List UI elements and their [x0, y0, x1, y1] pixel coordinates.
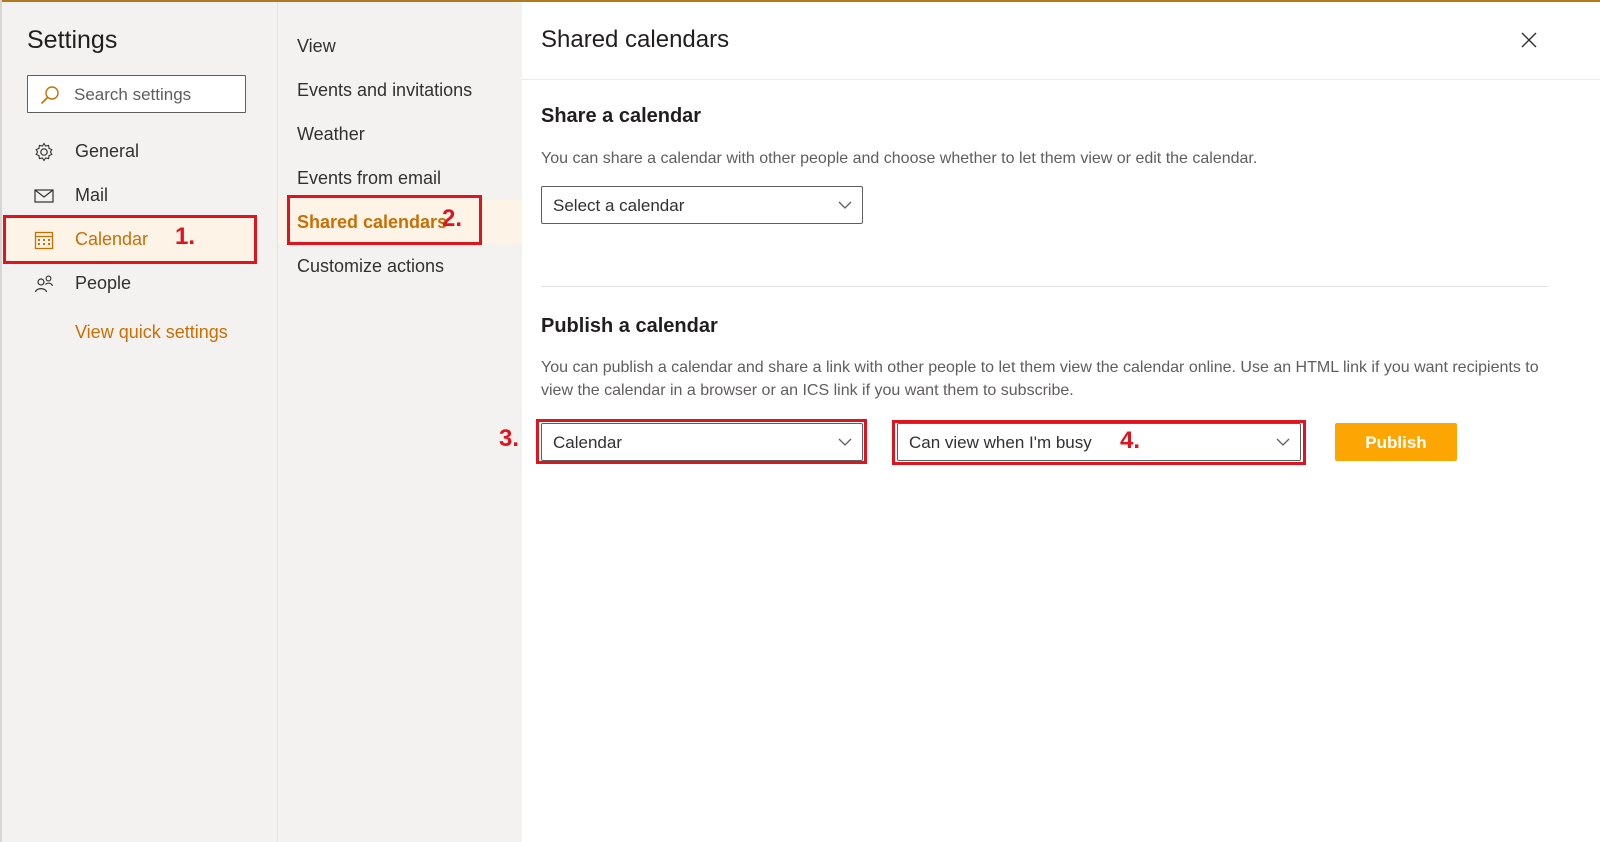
people-icon	[34, 275, 54, 293]
page-title: Shared calendars	[541, 26, 730, 53]
header-divider	[522, 79, 1600, 80]
select-calendar-dropdown[interactable]: Select a calendar	[541, 186, 863, 224]
calendar-icon	[34, 231, 54, 250]
mail-icon	[34, 189, 54, 203]
settings-title: Settings	[27, 26, 118, 54]
nav-label-mail: Mail	[75, 185, 109, 205]
search-input[interactable]: Search settings	[27, 75, 246, 113]
nav-item-calendar[interactable]: Calendar	[4, 217, 256, 261]
subnav-label: Weather	[297, 124, 365, 144]
subnav-label: Shared calendars	[297, 212, 448, 232]
nav-label-calendar: Calendar	[75, 229, 149, 249]
search-icon	[40, 86, 59, 105]
settings-nav: Settings Search settings General Mail Ca…	[2, 2, 277, 842]
step-number-3: 3.	[499, 425, 520, 452]
subnav-item-view[interactable]: View	[278, 24, 523, 68]
share-description: You can share a calendar with other peop…	[541, 150, 1258, 167]
step-number-1: 1.	[175, 223, 196, 250]
dropdown-value: Select a calendar	[553, 196, 685, 215]
publish-heading: Publish a calendar	[541, 315, 718, 337]
nav-item-people[interactable]: People	[4, 261, 256, 305]
nav-item-general[interactable]: General	[4, 129, 256, 173]
step-number-2: 2.	[442, 205, 463, 232]
subnav-item-shared-calendars[interactable]: Shared calendars	[278, 200, 523, 244]
subnav-item-weather[interactable]: Weather	[278, 112, 523, 156]
subnav-item-events-from-email[interactable]: Events from email	[278, 156, 523, 200]
chevron-down-icon	[838, 201, 852, 209]
gear-icon	[35, 142, 53, 162]
publish-calendar-dropdown[interactable]: Calendar	[541, 423, 863, 461]
subnav-label: Events from email	[297, 168, 442, 188]
publish-description: You can publish a calendar and share a l…	[541, 359, 1539, 399]
permission-dropdown[interactable]: Can view when I'm busy	[897, 423, 1301, 461]
chevron-down-icon	[838, 438, 852, 446]
search-placeholder: Search settings	[74, 85, 192, 104]
calendar-subnav: View Events and invitations Weather Even…	[277, 2, 523, 842]
nav-label-general: General	[75, 141, 140, 161]
close-icon[interactable]	[1519, 30, 1539, 50]
subnav-label: View	[297, 36, 336, 56]
subnav-label: Events and invitations	[297, 80, 473, 100]
subnav-item-events-and-invitations[interactable]: Events and invitations	[278, 68, 523, 112]
nav-label-people: People	[75, 273, 132, 293]
dropdown-value: Can view when I'm busy	[909, 433, 1092, 452]
subnav-item-customize-actions[interactable]: Customize actions	[278, 244, 523, 288]
section-divider	[541, 286, 1548, 287]
share-heading: Share a calendar	[541, 105, 702, 127]
dropdown-value: Calendar	[553, 433, 622, 452]
view-quick-settings-link[interactable]: View quick settings	[75, 322, 228, 343]
shared-calendars-panel: Shared calendars Share a calendar You ca…	[522, 2, 1600, 842]
publish-button[interactable]: Publish	[1335, 423, 1457, 461]
nav-item-mail[interactable]: Mail	[4, 173, 256, 217]
subnav-label: Customize actions	[297, 256, 445, 276]
chevron-down-icon	[1276, 438, 1290, 446]
step-number-4: 4.	[1120, 427, 1141, 454]
